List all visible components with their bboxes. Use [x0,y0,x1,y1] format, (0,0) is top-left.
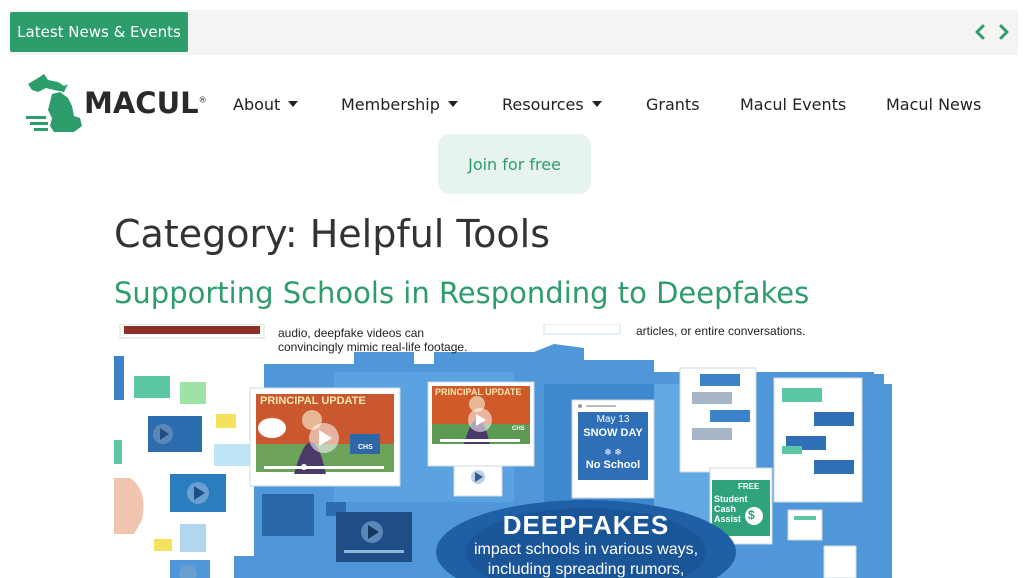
logo-wordmark: MACUL® [84,86,207,120]
nav-about[interactable]: About [233,90,299,118]
nav-membership[interactable]: Membership [341,90,458,118]
deepfakes-headline: DEEPFAKES impact schools in various ways… [473,510,699,578]
caret-down-icon [447,101,458,107]
post-featured-image[interactable]: audio, deepfake videos can convincingly … [114,324,892,578]
image-caption-left: audio, deepfake videos can convincingly … [278,326,468,354]
join-for-free-button[interactable]: Join for free [438,134,591,194]
nav-label: Grants [646,94,700,114]
nav-label: Macul Events [740,94,847,114]
free-label: FREE [738,482,760,491]
card-badge: CHS [512,426,525,432]
michigan-map-icon [26,74,82,132]
chevron-right-icon[interactable] [995,22,1013,42]
nav-macul-events[interactable]: Macul Events [740,90,846,118]
nav-label: About [233,94,281,114]
snow-day-card: May 13 SNOW DAY ❄ ❄ No School [578,414,648,472]
nav-macul-news[interactable]: Macul News [886,90,981,118]
news-ticker-bar: Latest News & Events [10,10,1018,55]
card-badge: CHS [358,444,373,451]
snowflake-icon: ❄ ❄ [604,447,622,457]
card-title: PRINCIPAL UPDATE [435,387,522,397]
post-title-link[interactable]: Supporting Schools in Responding to Deep… [114,276,809,310]
caret-down-icon [288,101,299,107]
nav-grants[interactable]: Grants [646,90,700,118]
nav-label: Macul News [886,94,982,114]
dollar-icon: $ [748,508,755,522]
page-title: Category: Helpful Tools [114,212,551,256]
latest-news-badge[interactable]: Latest News & Events [10,12,188,52]
chevron-left-icon[interactable] [971,22,989,42]
image-caption-right: articles, or entire conversations. [636,324,806,338]
nav-label: Resources [502,94,584,114]
nav-label: Membership [341,94,440,114]
caret-down-icon [591,101,602,107]
nav-resources[interactable]: Resources [502,90,602,118]
card-title: PRINCIPAL UPDATE [260,395,366,407]
macul-logo[interactable]: MACUL® [24,72,207,136]
